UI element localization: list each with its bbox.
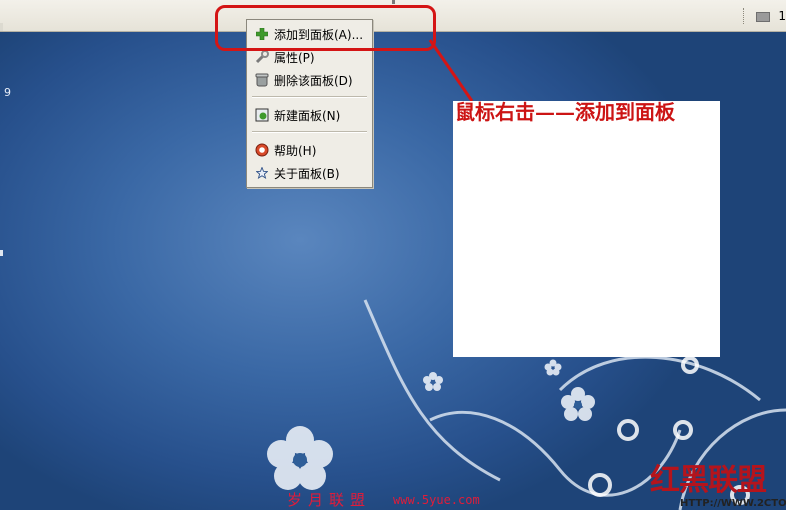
menu-separator xyxy=(252,131,367,133)
annotation-highlight-box xyxy=(215,5,436,51)
menu-item-label: 新建面板(N) xyxy=(274,109,341,123)
menu-item-label: 帮助(H) xyxy=(274,144,317,158)
annotation-text: 鼠标右击——添加到面板 xyxy=(455,100,675,124)
brand-url: HTTP://WWW.2CTO.COM xyxy=(680,498,786,509)
panel-separator xyxy=(743,8,746,24)
trash-icon xyxy=(254,72,270,88)
menu-item-help[interactable]: 帮助(H) xyxy=(247,139,372,161)
watermark-url: www.5yue.com xyxy=(393,493,480,507)
brand-logo: 红黑联盟 xyxy=(650,463,767,498)
annotation-note: 鼠标右击——添加到面板 xyxy=(453,101,720,357)
menu-item-label: 关于面板(B) xyxy=(274,167,340,181)
menu-item-label: 属性(P) xyxy=(274,51,315,65)
menu-item-delete-panel[interactable]: 删除该面板(D) xyxy=(247,69,372,91)
folder-icon[interactable] xyxy=(756,12,770,22)
desktop-label: 9 xyxy=(4,86,11,99)
menu-item-new-panel[interactable]: 新建面板(N) xyxy=(247,104,372,126)
menu-separator xyxy=(252,96,367,98)
wrench-icon xyxy=(254,49,270,65)
new-panel-icon xyxy=(254,107,270,123)
desktop-edge-mark xyxy=(0,250,3,256)
menu-item-label: 删除该面板(D) xyxy=(274,74,353,88)
screen-top-marker xyxy=(392,0,395,4)
panel-corner xyxy=(0,23,3,31)
watermark-site-name: 岁月联盟 xyxy=(287,491,372,509)
help-lifebuoy-icon xyxy=(254,142,270,158)
menu-item-about-panels[interactable]: 关于面板(B) xyxy=(247,162,372,184)
panel-clock[interactable]: 1 xyxy=(778,9,786,23)
star-icon xyxy=(254,165,270,181)
